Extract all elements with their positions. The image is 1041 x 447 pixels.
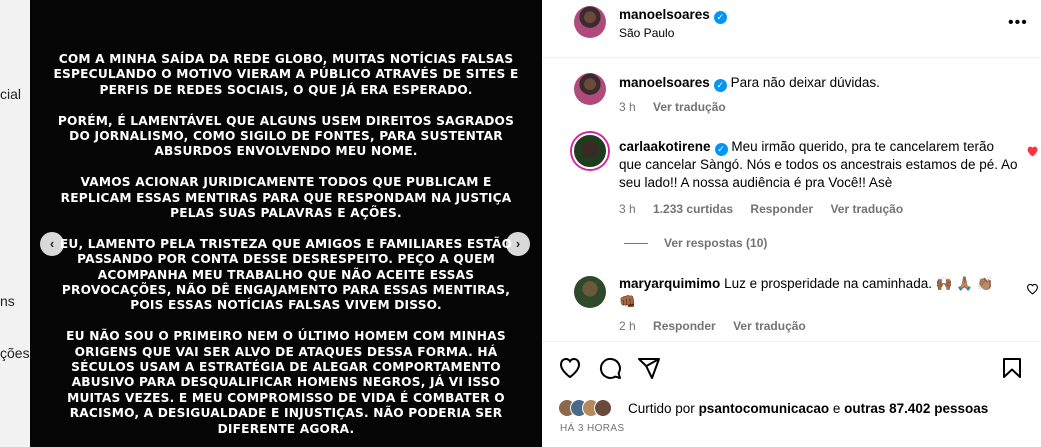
like-icon[interactable]	[558, 356, 582, 380]
post-sidebar: manoelsoares ✓ São Paulo ••• manoelsoares…	[542, 0, 1041, 447]
image-paragraph: VAMOS ACIONAR JURIDICAMENTE TODOS QUE PU…	[60, 175, 512, 221]
save-icon[interactable]	[1000, 356, 1024, 380]
caption: manoelsoares ✓ Para não deixar dúvidas.	[619, 74, 1019, 92]
comment: carlaakotirene ✓ Meu irmão querido, pra t…	[619, 138, 1019, 192]
location-link[interactable]: São Paulo	[619, 26, 674, 40]
verified-icon: ✓	[714, 143, 728, 156]
avatar[interactable]	[574, 6, 606, 38]
comment-time[interactable]: 2 h	[619, 319, 636, 333]
liker-username[interactable]: psantocomunicacao	[699, 401, 830, 416]
comment-likes[interactable]: 1.233 curtidas	[653, 202, 733, 216]
comment-meta: 3 h 1.233 curtidas Responder Ver traduçã…	[619, 202, 917, 216]
reply-button[interactable]: Responder	[750, 202, 813, 216]
likes-count[interactable]: outras 87.402 pessoas	[844, 401, 988, 416]
image-paragraph: EU, LAMENTO PELA TRISTEZA QUE AMIGOS E F…	[59, 236, 513, 313]
background-text: ns	[0, 293, 15, 309]
background-page: cial ns ções	[0, 0, 30, 447]
view-replies-text[interactable]: Ver respostas (10)	[664, 236, 767, 250]
post-image-text: COM A MINHA SAÍDA DA REDE GLOBO, MUITAS …	[48, 52, 524, 447]
previous-slide-button[interactable]: ‹	[40, 232, 64, 256]
see-translation-link[interactable]: Ver tradução	[733, 319, 806, 333]
like-heart-icon[interactable]	[1026, 283, 1039, 298]
header-username[interactable]: manoelsoares ✓	[619, 7, 727, 24]
caption-time[interactable]: 3 h	[619, 100, 636, 114]
post-time[interactable]: HÁ 3 HORAS	[560, 423, 625, 434]
caption-text: Para não deixar dúvidas.	[730, 75, 880, 90]
comment-meta: 2 h Responder Ver tradução	[619, 319, 820, 333]
likes-prefix: Curtido por	[628, 401, 695, 416]
comment-avatar[interactable]	[572, 133, 608, 169]
comment-icon[interactable]	[598, 356, 622, 380]
comment: maryarquimimo Luz e prosperidade na cami…	[619, 275, 1014, 311]
post-header: manoelsoares ✓ São Paulo •••	[542, 0, 1041, 58]
background-text: ções	[0, 345, 30, 361]
see-translation-link[interactable]: Ver tradução	[653, 100, 726, 114]
comment-text: Luz e prosperidade na caminhada.	[724, 276, 932, 291]
see-translation-link[interactable]: Ver tradução	[830, 202, 903, 216]
image-paragraph: COM A MINHA SAÍDA DA REDE GLOBO, MUITAS …	[53, 52, 519, 97]
post-actions: Curtido por psantocomunicacao e outras 8…	[542, 341, 1041, 447]
more-options-icon[interactable]: •••	[1008, 14, 1028, 32]
comment-avatar[interactable]	[574, 276, 606, 308]
verified-icon: ✓	[713, 11, 727, 24]
post-modal: COM A MINHA SAÍDA DA REDE GLOBO, MUITAS …	[30, 0, 1041, 447]
image-paragraph: EU NÃO SOU O PRIMEIRO NEM O ÚLTIMO HOMEM…	[66, 329, 506, 436]
image-paragraph: PORÉM, É LAMENTÁVEL QUE ALGUNS USEM DIRE…	[57, 113, 515, 159]
username-text[interactable]: manoelsoares	[619, 7, 710, 22]
verified-icon: ✓	[713, 79, 727, 92]
avatar	[594, 399, 612, 417]
liker-avatars[interactable]	[558, 399, 614, 419]
divider	[624, 243, 648, 245]
caption-avatar[interactable]	[574, 73, 606, 105]
reply-button[interactable]: Responder	[653, 319, 716, 333]
post-media[interactable]: COM A MINHA SAÍDA DA REDE GLOBO, MUITAS …	[30, 0, 542, 447]
comment-username[interactable]: maryarquimimo	[619, 276, 720, 291]
background-text: cial	[0, 86, 22, 102]
liked-heart-icon[interactable]	[1026, 145, 1039, 160]
caption-username[interactable]: manoelsoares	[619, 75, 710, 90]
likes-summary: Curtido por psantocomunicacao e outras 8…	[628, 401, 988, 416]
likes-middle: e	[832, 401, 841, 416]
comment-time[interactable]: 3 h	[619, 202, 636, 216]
caption-meta: 3 h Ver tradução	[619, 100, 740, 114]
comment-username[interactable]: carlaakotirene	[619, 139, 711, 154]
share-icon[interactable]	[637, 356, 661, 380]
view-replies-button[interactable]: Ver respostas (10)	[624, 236, 767, 250]
next-slide-button[interactable]: ›	[506, 232, 530, 256]
